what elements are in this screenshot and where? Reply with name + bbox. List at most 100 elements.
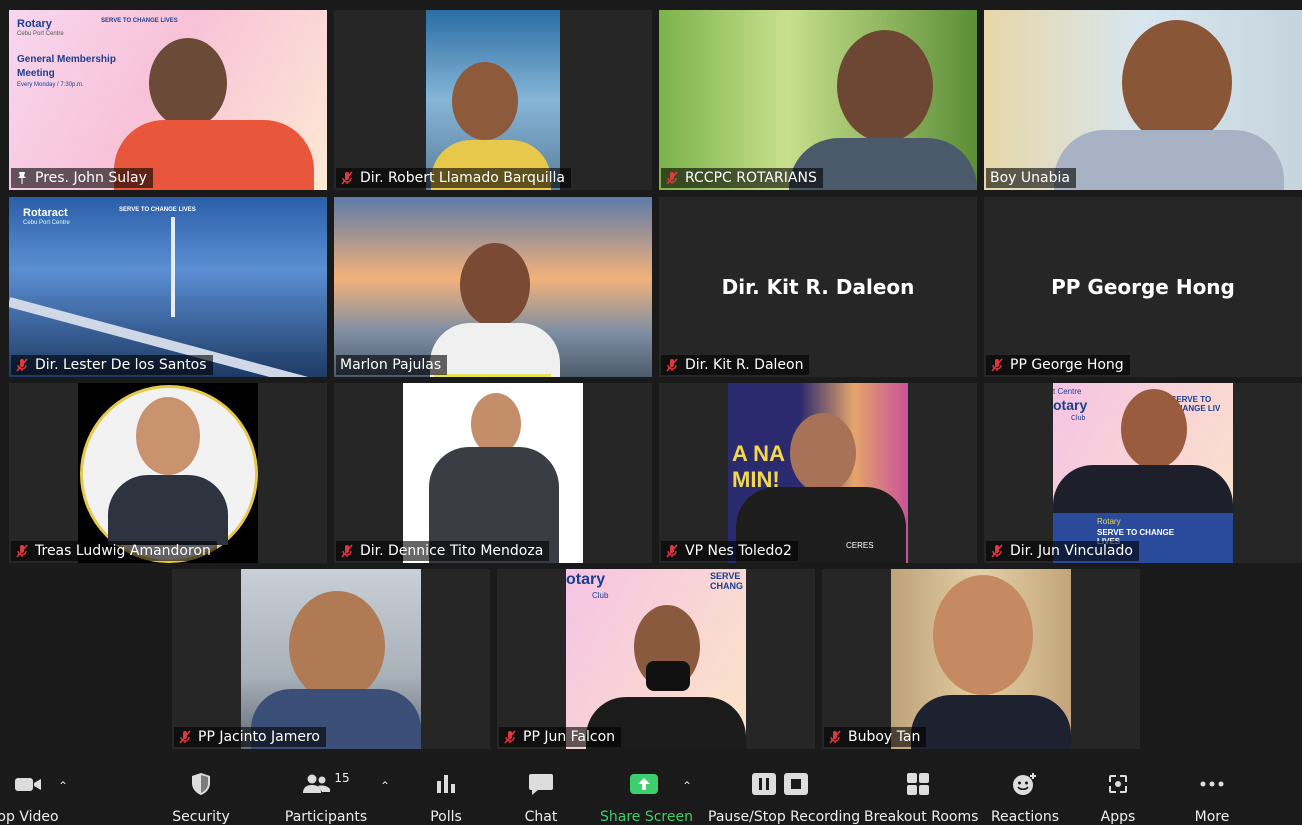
person-head — [1122, 20, 1232, 145]
participant-tile[interactable]: Rotary Cebu Port Centre SERVE TO CHANGE … — [9, 10, 327, 190]
person-head — [790, 413, 856, 493]
mic-muted-icon — [179, 730, 191, 744]
participant-name: Dir. Lester De los Santos — [35, 357, 207, 373]
bg-badge: Rotary — [1097, 517, 1121, 526]
more-icon — [1200, 781, 1224, 787]
video-feed — [334, 197, 652, 377]
bridge-tower — [171, 217, 175, 317]
participant-tile[interactable]: Rotaract Cebu Port Centre SERVE TO CHANG… — [9, 197, 327, 377]
mic-muted-icon — [16, 358, 28, 372]
participant-tile[interactable]: A NA MIN! CERES VP Nes Toledo2 — [659, 383, 977, 563]
video-feed — [984, 10, 1302, 190]
face-mask — [646, 661, 690, 691]
video-feed — [426, 10, 560, 190]
participant-tile[interactable]: Treas Ludwig Amandoron — [9, 383, 327, 563]
participant-name: Dir. Robert Llamado Barquilla — [360, 170, 565, 186]
participant-label: Dir. Dennice Tito Mendoza — [336, 541, 550, 561]
stop-video-button[interactable]: op Video — [0, 771, 60, 825]
video-feed — [241, 569, 421, 749]
pause-stop-recording-button[interactable]: Pause/Stop Recording — [708, 771, 860, 825]
bg-tagline: SERVE CHANG — [710, 571, 743, 591]
mic-muted-icon — [341, 171, 353, 185]
share-screen-icon — [630, 774, 658, 794]
more-button[interactable]: More — [1188, 771, 1236, 825]
participants-options-caret[interactable]: ⌃ — [380, 779, 390, 793]
participant-tile[interactable]: Marlon Pajulas — [334, 197, 652, 377]
polls-icon — [437, 775, 455, 793]
shield-icon — [192, 773, 210, 795]
video-grid: Rotary Cebu Port Centre SERVE TO CHANGE … — [0, 0, 1302, 765]
participant-name: Boy Unabia — [990, 170, 1070, 186]
participant-tile[interactable]: RCCPC ROTARIANS — [659, 10, 977, 190]
video-feed — [78, 383, 258, 563]
person-head — [149, 38, 227, 128]
participant-name: Dir. Dennice Tito Mendoza — [360, 543, 544, 559]
rotaract-brand: Rotaract — [23, 207, 68, 219]
participant-name: Marlon Pajulas — [340, 357, 442, 373]
mic-muted-icon — [504, 730, 516, 744]
bg-brand: otary — [566, 571, 606, 588]
participant-tile[interactable]: t Centre otary Club SERVE TO CHANGE LIV … — [984, 383, 1302, 563]
participant-tile[interactable]: otary Club SERVE CHANG PP Jun Falcon — [497, 569, 815, 749]
participant-label: Dir. Kit R. Daleon — [661, 355, 810, 375]
participant-label: Dir. Jun Vinculado — [986, 541, 1139, 561]
participant-tile[interactable]: PP George Hong PP George Hong — [984, 197, 1302, 377]
participant-label: PP George Hong — [986, 355, 1130, 375]
slide-brand: Rotary — [17, 18, 52, 30]
participant-name: Dir. Kit R. Daleon — [685, 357, 804, 373]
participant-tile[interactable]: Boy Unabia — [984, 10, 1302, 190]
participant-label: RCCPC ROTARIANS — [661, 168, 823, 188]
person-head — [1121, 389, 1187, 469]
person-body — [1054, 130, 1284, 190]
participant-label: Dir. Lester De los Santos — [11, 355, 213, 375]
poster-text-1: A NA — [732, 441, 785, 466]
participant-name: PP George Hong — [1010, 357, 1124, 373]
chat-button[interactable]: Chat — [515, 771, 567, 825]
participant-tile[interactable]: Dir. Robert Llamado Barquilla — [334, 10, 652, 190]
participant-tile[interactable]: Buboy Tan — [822, 569, 1140, 749]
share-screen-button[interactable]: Share Screen — [600, 771, 693, 825]
person-head — [933, 575, 1033, 695]
bg-sub: Club — [592, 591, 609, 600]
reactions-button[interactable]: Reactions — [990, 771, 1060, 825]
slide-club: Cebu Port Centre — [17, 31, 64, 37]
participant-name: PP Jun Falcon — [523, 729, 616, 745]
person-body — [430, 323, 560, 377]
polls-button[interactable]: Polls — [420, 771, 472, 825]
chat-icon — [529, 774, 553, 795]
security-button[interactable]: Security — [166, 771, 236, 825]
video-camera-icon — [15, 778, 41, 791]
participant-display-name: Dir. Kit R. Daleon — [721, 275, 915, 299]
participant-name: PP Jacinto Jamero — [198, 729, 320, 745]
video-feed: A NA MIN! CERES — [728, 383, 908, 563]
participant-label: Boy Unabia — [986, 168, 1076, 188]
participant-label: Dir. Robert Llamado Barquilla — [336, 168, 571, 188]
person-head — [460, 243, 530, 327]
share-options-caret[interactable]: ⌃ — [682, 779, 692, 793]
slide-tagline: SERVE TO CHANGE LIVES — [101, 18, 178, 24]
person-head — [837, 30, 933, 142]
video-feed: t Centre otary Club SERVE TO CHANGE LIV … — [1053, 383, 1233, 563]
pause-icon — [752, 773, 776, 795]
participants-count: 15 — [334, 771, 350, 785]
video-options-caret[interactable]: ⌃ — [58, 779, 68, 793]
apps-icon — [1109, 775, 1127, 793]
mic-muted-icon — [666, 171, 678, 185]
rotaract-tagline: SERVE TO CHANGE LIVES — [119, 207, 196, 213]
apps-button[interactable]: Apps — [1094, 771, 1142, 825]
video-feed: Rotaract Cebu Port Centre SERVE TO CHANG… — [9, 197, 327, 377]
participant-tile[interactable]: PP Jacinto Jamero — [172, 569, 490, 749]
breakout-rooms-button[interactable]: Breakout Rooms — [864, 771, 978, 825]
meeting-toolbar: op Video ⌃ Security 15 Participants ⌃ Po… — [0, 765, 1302, 825]
slide-schedule: Every Monday / 7:30p.m. — [17, 82, 84, 88]
participant-name: Dir. Jun Vinculado — [1010, 543, 1133, 559]
mic-muted-icon — [666, 358, 678, 372]
participant-label: Buboy Tan — [824, 727, 927, 747]
participant-tile[interactable]: Dir. Kit R. Daleon Dir. Kit R. Daleon — [659, 197, 977, 377]
participant-tile[interactable]: Dir. Dennice Tito Mendoza — [334, 383, 652, 563]
mic-muted-icon — [991, 544, 1003, 558]
participants-button[interactable]: 15 Participants — [284, 771, 368, 825]
participant-name: Pres. John Sulay — [35, 170, 147, 186]
bg-club: t Centre — [1053, 387, 1082, 396]
stop-icon — [784, 773, 808, 795]
